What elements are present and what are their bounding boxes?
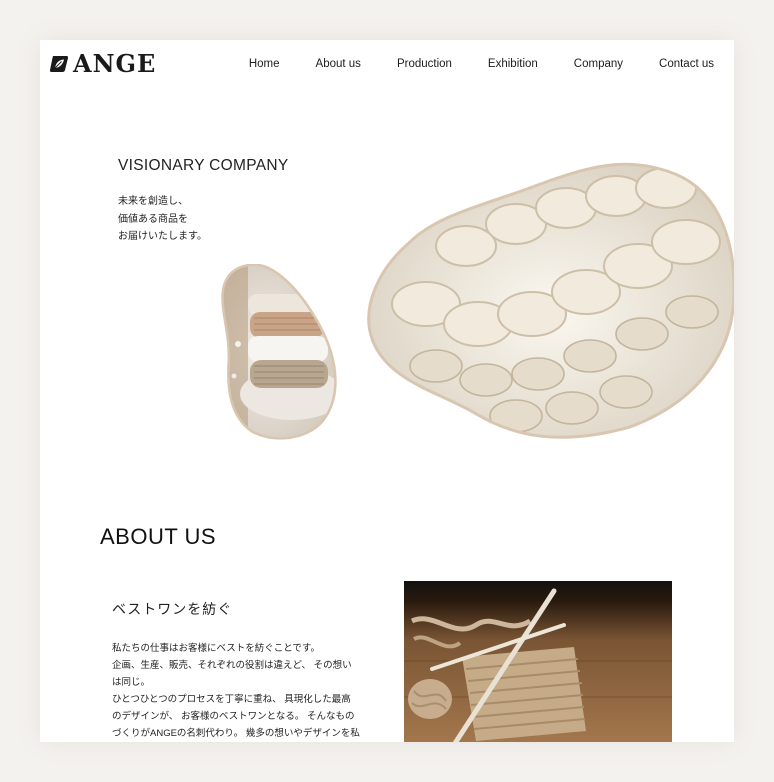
page: ANGE Home About us Production Exhibition… xyxy=(40,40,734,742)
nav-contact-us[interactable]: Contact us xyxy=(659,56,714,72)
hero-title: VISIONARY COMPANY xyxy=(118,157,289,174)
nav-home[interactable]: Home xyxy=(249,56,280,72)
nav-exhibition[interactable]: Exhibition xyxy=(488,56,538,72)
about-title: ABOUT US xyxy=(100,524,217,549)
main-nav: Home About us Production Exhibition Comp… xyxy=(249,56,714,72)
about-line: づくりがANGEの名刺代わり。 幾多の想いやデザインを私 xyxy=(112,728,360,739)
knitted-wool-image xyxy=(367,162,734,439)
knitting-needles-photo xyxy=(404,581,672,742)
about-subtitle: ベストワンを紡ぐ xyxy=(112,601,233,617)
hero-line: お届けいたします。 xyxy=(118,231,207,242)
brand-logo[interactable]: ANGE xyxy=(49,51,156,77)
about-body: 私たちの仕事はお客様にベストを紡ぐことです。 企画、生産、販売、それぞれの役割は… xyxy=(112,640,360,742)
about-line: ひとつひとつのプロセスを丁寧に重ね、 具現化した最高 xyxy=(112,694,351,705)
about-line: のデザインが、 お客様のベストワンとなる。 そんなもの xyxy=(112,711,355,722)
hero-text: 未来を創造し、 価値ある商品を お届けいたします。 xyxy=(118,193,207,246)
leaf-badge-icon xyxy=(50,56,68,72)
about-line: 企画、生産、販売、それぞれの役割は違えど、 その想い xyxy=(112,660,352,671)
nav-company[interactable]: Company xyxy=(574,56,623,72)
brand-name: ANGE xyxy=(73,49,157,78)
nav-about-us[interactable]: About us xyxy=(316,56,361,72)
hero-line: 未来を創造し、 xyxy=(118,196,188,207)
nav-production[interactable]: Production xyxy=(397,56,452,72)
folded-knitwear-image xyxy=(221,264,337,440)
about-line: 私たちの仕事はお客様にベストを紡ぐことです。 xyxy=(112,643,320,654)
hero-line: 価値ある商品を xyxy=(118,213,188,225)
about-line: は同じ。 xyxy=(112,677,151,688)
